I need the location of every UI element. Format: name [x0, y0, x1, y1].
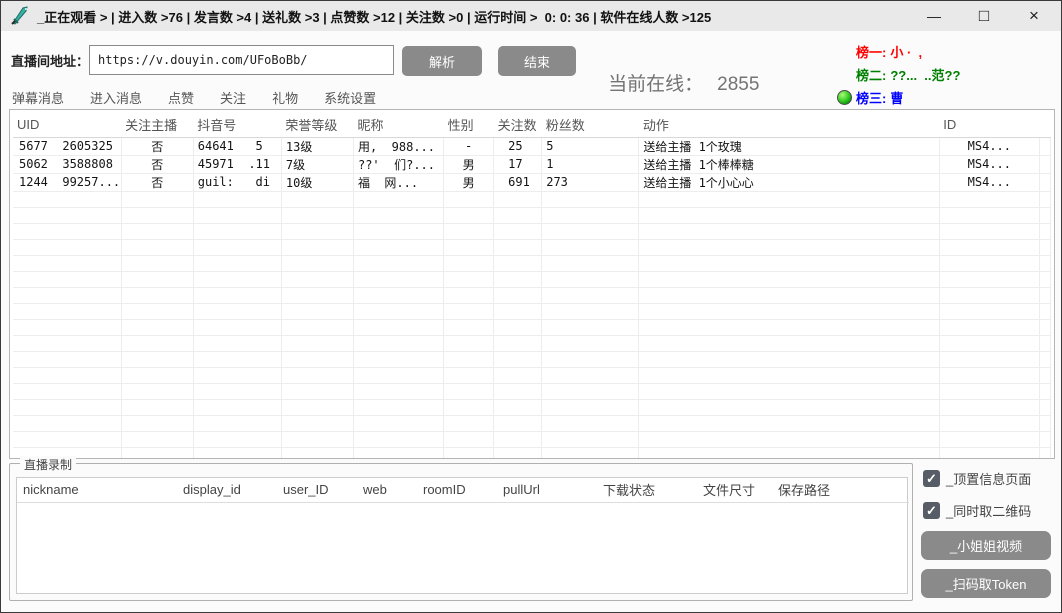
col-honor-level[interactable]: 荣誉等级 [281, 112, 353, 137]
col-action[interactable]: 动作 [639, 112, 939, 137]
online-count: 2855 [717, 74, 759, 95]
col-rec-display-id[interactable]: display_id [177, 478, 277, 502]
gift-table: UID 关注主播 抖音号 荣誉等级 昵称 性别 关注数 粉丝数 动作 ID 56… [13, 112, 1051, 459]
rank-1-row: 榜一: 小 · , [837, 40, 1059, 63]
recording-groupbox: 直播录制 nickname display_id user_ID web roo… [9, 463, 913, 601]
col-rec-user-id[interactable]: user_ID [277, 478, 357, 502]
col-rec-web[interactable]: web [357, 478, 417, 502]
rank-3-label: 榜三: [856, 88, 886, 107]
empty-row [13, 319, 1051, 335]
col-rec-save-path[interactable]: 保存路径 [772, 478, 909, 502]
col-follow-anchor[interactable]: 关注主播 [121, 112, 193, 137]
col-fans-count[interactable]: 粉丝数 [542, 112, 639, 137]
empty-row [13, 399, 1051, 415]
minimize-icon[interactable]: — [909, 1, 959, 31]
qrcode-option: ✓ _同时取二维码 [923, 501, 1031, 520]
maximize-icon[interactable]: □ [959, 1, 1009, 31]
app-window: _正在观看 > | 进入数 >76 | 发言数 >4 | 送礼数 >3 | 点赞… [0, 0, 1062, 613]
col-douyin-id[interactable]: 抖音号 [193, 112, 281, 137]
empty-row [13, 335, 1051, 351]
col-follow-count[interactable]: 关注数 [494, 112, 542, 137]
pin-info-checkbox[interactable]: ✓ [923, 470, 940, 487]
rank-1-label: 榜一: [856, 42, 886, 61]
qrcode-checkbox[interactable]: ✓ [923, 502, 940, 519]
close-icon[interactable]: × [1009, 1, 1059, 31]
room-url-input[interactable] [89, 45, 394, 75]
recording-table-wrap: nickname display_id user_ID web roomID p… [16, 477, 908, 594]
recording-table-header: nickname display_id user_ID web roomID p… [17, 478, 909, 502]
empty-row [13, 207, 1051, 223]
col-gender[interactable]: 性别 [444, 112, 494, 137]
recording-legend: 直播录制 [20, 456, 76, 473]
qrcode-label: _同时取二维码 [946, 501, 1031, 520]
table-row[interactable]: 5677 2605325 否 64641 5 13级 用, 988... - 2… [13, 137, 1051, 155]
girl-video-button[interactable]: _小姐姐视频 [921, 531, 1051, 560]
empty-row [13, 383, 1051, 399]
empty-row [13, 223, 1051, 239]
col-id[interactable]: ID [939, 112, 1039, 137]
empty-row [13, 351, 1051, 367]
empty-row [13, 191, 1051, 207]
sword-icon [10, 6, 30, 26]
gift-table-panel: UID 关注主播 抖音号 荣誉等级 昵称 性别 关注数 粉丝数 动作 ID 56… [9, 109, 1055, 459]
empty-row [13, 303, 1051, 319]
rank-3-value: 曹 [890, 88, 903, 107]
end-button[interactable]: 结束 [498, 46, 576, 76]
pin-info-option: ✓ _顶置信息页面 [923, 469, 1031, 488]
room-url-label: 直播间地址： [11, 51, 89, 70]
gift-table-header: UID 关注主播 抖音号 荣誉等级 昵称 性别 关注数 粉丝数 动作 ID [13, 112, 1051, 137]
empty-row [13, 239, 1051, 255]
col-rec-roomid[interactable]: roomID [417, 478, 497, 502]
title-bar[interactable]: _正在观看 > | 进入数 >76 | 发言数 >4 | 送礼数 >3 | 点赞… [1, 1, 1061, 31]
recording-table: nickname display_id user_ID web roomID p… [17, 478, 909, 503]
empty-row [13, 367, 1051, 383]
col-uid[interactable]: UID [13, 112, 121, 137]
empty-row [13, 287, 1051, 303]
online-label: 当前在线： [608, 74, 703, 95]
window-controls: — □ × [909, 1, 1059, 31]
rank-3-row: 榜三: 曹 [837, 86, 1059, 109]
empty-row [13, 431, 1051, 447]
col-rec-file-size[interactable]: 文件尺寸 [697, 478, 772, 502]
rank-2-row: 榜二: ??... ..范?? [837, 63, 1059, 86]
col-nickname[interactable]: 昵称 [353, 112, 443, 137]
online-counter: 当前在线： 2855 [587, 47, 759, 118]
col-rec-pullurl[interactable]: pullUrl [497, 478, 597, 502]
pin-info-label: _顶置信息页面 [946, 469, 1031, 488]
empty-row [13, 271, 1051, 287]
rank-1-value: 小 · , [890, 42, 922, 61]
top-gifters-list: 榜一: 小 · , 榜二: ??... ..范?? 榜三: 曹 [837, 40, 1059, 109]
col-rec-download-status[interactable]: 下载状态 [597, 478, 697, 502]
empty-row [13, 255, 1051, 271]
parse-button[interactable]: 解析 [402, 46, 482, 76]
empty-row [13, 447, 1051, 459]
col-rec-nickname[interactable]: nickname [17, 478, 177, 502]
table-row[interactable]: 5062 3588808 否 45971 .11 7级 ??' 们?... 男 … [13, 155, 1051, 173]
scan-token-button[interactable]: _扫码取Token [921, 569, 1051, 598]
rank-2-value: ??... ..范?? [890, 65, 960, 84]
rank-2-label: 榜二: [856, 65, 886, 84]
window-title: _正在观看 > | 进入数 >76 | 发言数 >4 | 送礼数 >3 | 点赞… [37, 7, 711, 26]
empty-row [13, 415, 1051, 431]
green-ball-icon [837, 90, 852, 105]
table-row[interactable]: 1244 99257... 否 guil: di 10级 福 网... 男 69… [13, 173, 1051, 191]
